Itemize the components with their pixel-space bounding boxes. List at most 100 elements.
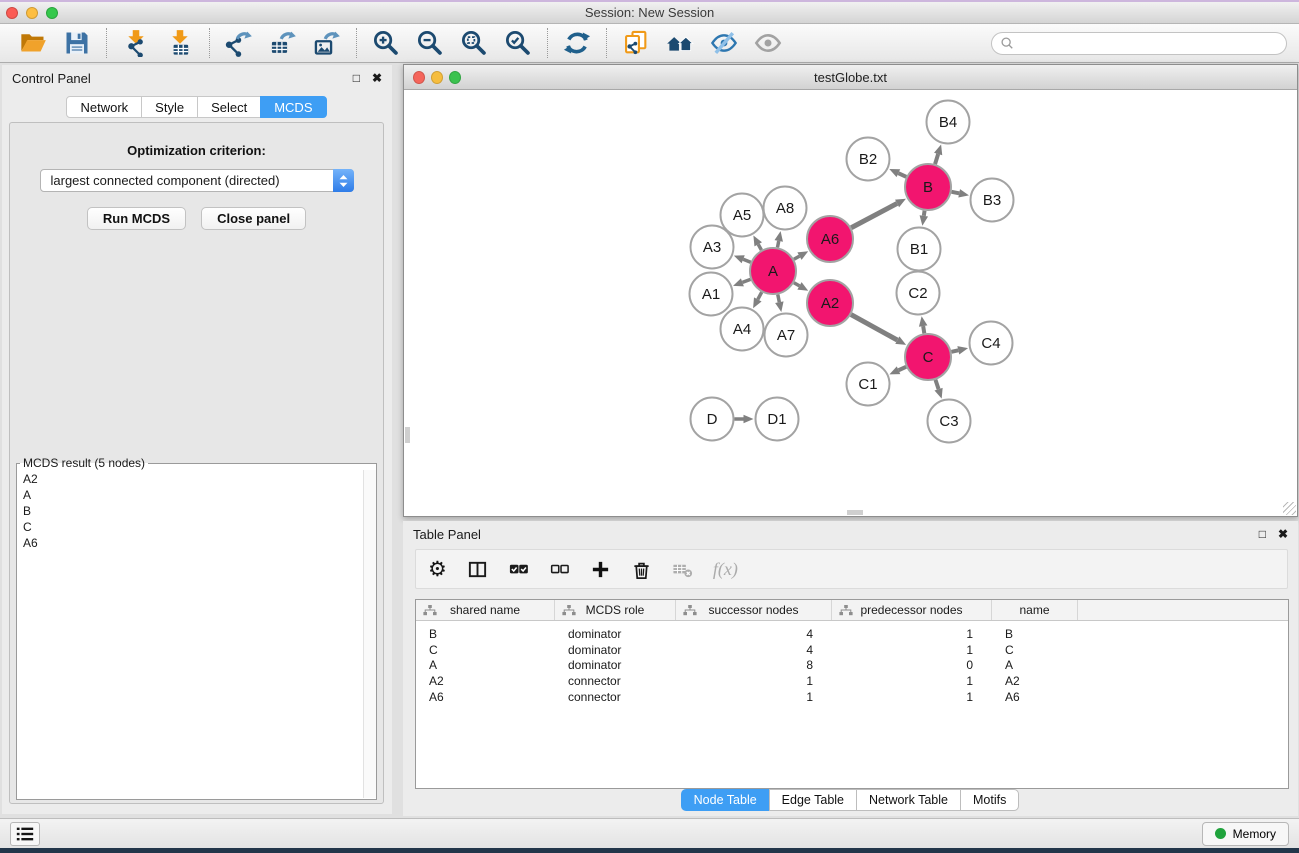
- export-network-button[interactable]: [221, 26, 257, 60]
- graph-node-A5[interactable]: A5: [721, 194, 764, 237]
- network-graph[interactable]: AA1A2A3A4A5A6A7A8BB1B2B3B4CC1C2C3C4DD1: [404, 91, 1297, 516]
- network-horizontal-scroll-handle[interactable]: [847, 510, 863, 515]
- column-header-name[interactable]: name: [992, 600, 1078, 620]
- graph-node-A8[interactable]: A8: [764, 187, 807, 230]
- graph-edge-B-B1[interactable]: [920, 211, 929, 226]
- graph-edge-A-A3[interactable]: [734, 255, 751, 263]
- graph-node-A[interactable]: A: [750, 248, 796, 294]
- graph-edge-A-A7[interactable]: [775, 295, 783, 312]
- mcds-result-item[interactable]: A: [23, 487, 362, 503]
- column-visibility-button[interactable]: [467, 554, 488, 584]
- graph-node-C2[interactable]: C2: [897, 272, 940, 315]
- graph-node-D1[interactable]: D1: [756, 398, 799, 441]
- graph-edge-C-C4[interactable]: [951, 346, 968, 354]
- zoom-fit-button[interactable]: [456, 26, 492, 60]
- graph-node-A4[interactable]: A4: [721, 308, 764, 351]
- graph-node-B2[interactable]: B2: [847, 138, 890, 181]
- optimization-criterion-select[interactable]: largest connected component (directed): [40, 169, 354, 192]
- select-all-rows-button[interactable]: [508, 554, 529, 584]
- graph-edge-A-A8[interactable]: [775, 231, 783, 247]
- import-table-button[interactable]: [162, 26, 198, 60]
- tab-network[interactable]: Network: [66, 96, 142, 118]
- graph-node-B1[interactable]: B1: [898, 228, 941, 271]
- graph-node-C3[interactable]: C3: [928, 400, 971, 443]
- table-row[interactable]: A2connector11A2: [416, 673, 1288, 689]
- apply-function-button[interactable]: f(x): [713, 554, 738, 584]
- zoom-window-button[interactable]: [46, 7, 58, 19]
- graph-edge-B-B2[interactable]: [889, 169, 906, 177]
- node-table[interactable]: shared nameMCDS rolesuccessor nodesprede…: [415, 599, 1289, 789]
- close-panel-icon[interactable]: ✖: [1278, 527, 1288, 541]
- refresh-layout-button[interactable]: [559, 26, 595, 60]
- close-window-button[interactable]: [6, 7, 18, 19]
- graph-node-A1[interactable]: A1: [690, 273, 733, 316]
- graph-edge-A2-C[interactable]: [851, 315, 906, 345]
- graph-node-B4[interactable]: B4: [927, 101, 970, 144]
- graph-edge-A-A4[interactable]: [753, 292, 762, 308]
- column-header-MCDS-role[interactable]: MCDS role: [555, 600, 676, 620]
- tab-edge-table[interactable]: Edge Table: [769, 789, 857, 811]
- export-table-button[interactable]: [265, 26, 301, 60]
- search-input[interactable]: [1019, 36, 1278, 50]
- open-file-button[interactable]: [15, 26, 51, 60]
- graph-node-C[interactable]: C: [905, 334, 951, 380]
- graph-edge-C-C3[interactable]: [934, 380, 942, 399]
- import-network-button[interactable]: [118, 26, 154, 60]
- network-vertical-scroll-handle[interactable]: [405, 427, 410, 443]
- network-close-button[interactable]: [413, 71, 425, 84]
- graph-edge-A-A6[interactable]: [794, 251, 808, 260]
- task-history-button[interactable]: [10, 822, 40, 846]
- mcds-result-scrollbar[interactable]: [363, 470, 376, 798]
- network-minimize-button[interactable]: [431, 71, 443, 84]
- run-mcds-button[interactable]: Run MCDS: [87, 207, 186, 230]
- mcds-result-list[interactable]: A2ABCA6: [18, 470, 362, 798]
- zoom-out-button[interactable]: [412, 26, 448, 60]
- graph-edge-C-C1[interactable]: [889, 366, 906, 374]
- mcds-result-item[interactable]: A2: [23, 471, 362, 487]
- mcds-result-item[interactable]: C: [23, 519, 362, 535]
- close-panel-button[interactable]: Close panel: [201, 207, 306, 230]
- table-row[interactable]: A6connector11A6: [416, 689, 1288, 705]
- column-header-predecessor-nodes[interactable]: predecessor nodes: [832, 600, 992, 620]
- network-canvas[interactable]: AA1A2A3A4A5A6A7A8BB1B2B3B4CC1C2C3C4DD1: [404, 91, 1297, 516]
- hide-selected-button[interactable]: [706, 26, 742, 60]
- zoom-selected-button[interactable]: [500, 26, 536, 60]
- graph-edge-A-A5[interactable]: [753, 236, 762, 250]
- graph-node-A7[interactable]: A7: [765, 314, 808, 357]
- tab-mcds[interactable]: MCDS: [260, 96, 326, 118]
- add-row-button[interactable]: [590, 554, 611, 584]
- table-row[interactable]: Cdominator41C: [416, 642, 1288, 658]
- deselect-all-rows-button[interactable]: [549, 554, 570, 584]
- graph-node-A6[interactable]: A6: [807, 216, 853, 262]
- graph-edge-A-A1[interactable]: [733, 278, 750, 286]
- search-box[interactable]: [991, 32, 1287, 55]
- delete-rows-button[interactable]: [631, 554, 652, 584]
- titlebar[interactable]: Session: New Session: [0, 0, 1299, 24]
- mcds-result-item[interactable]: A6: [23, 535, 362, 551]
- graph-node-A2[interactable]: A2: [807, 280, 853, 326]
- graph-node-B3[interactable]: B3: [971, 179, 1014, 222]
- graph-node-B[interactable]: B: [905, 164, 951, 210]
- graph-edge-A6-B[interactable]: [851, 199, 906, 228]
- graph-node-A3[interactable]: A3: [691, 226, 734, 269]
- delete-columns-button[interactable]: [672, 554, 693, 584]
- export-image-button[interactable]: [309, 26, 345, 60]
- save-session-button[interactable]: [59, 26, 95, 60]
- tab-node-table[interactable]: Node Table: [681, 789, 770, 811]
- graph-edge-A-A2[interactable]: [794, 282, 808, 291]
- minimize-window-button[interactable]: [26, 7, 38, 19]
- column-header-successor-nodes[interactable]: successor nodes: [676, 600, 832, 620]
- first-neighbors-button[interactable]: [662, 26, 698, 60]
- graph-node-C1[interactable]: C1: [847, 363, 890, 406]
- tab-network-table[interactable]: Network Table: [856, 789, 961, 811]
- graph-edge-D-D1[interactable]: [735, 415, 754, 424]
- tab-motifs[interactable]: Motifs: [960, 789, 1019, 811]
- memory-button[interactable]: Memory: [1202, 822, 1289, 846]
- graph-edge-C-C2[interactable]: [919, 316, 927, 333]
- float-panel-icon[interactable]: □: [353, 71, 360, 85]
- graph-edge-B-B3[interactable]: [952, 189, 969, 197]
- tab-select[interactable]: Select: [197, 96, 261, 118]
- network-zoom-button[interactable]: [449, 71, 461, 84]
- table-row[interactable]: Adominator80A: [416, 658, 1288, 674]
- graph-edge-B-B4[interactable]: [934, 144, 942, 164]
